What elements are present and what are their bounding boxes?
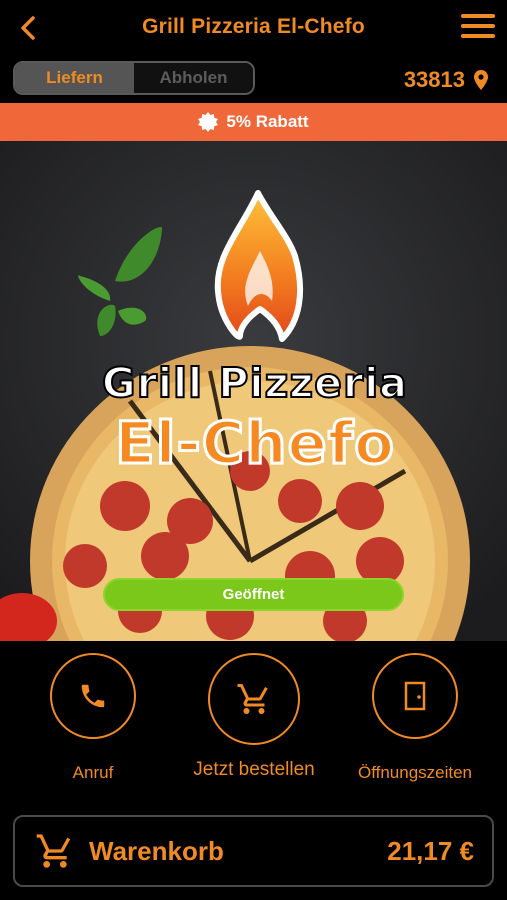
logo-line2: El-Chefo xyxy=(114,408,396,479)
hours-circle[interactable] xyxy=(372,653,458,739)
chevron-left-icon xyxy=(21,16,35,40)
hamburger-line xyxy=(461,24,495,28)
menu-button[interactable] xyxy=(461,14,495,40)
hours-action[interactable]: Öffnungszeiten xyxy=(355,653,475,783)
call-label: Anruf xyxy=(72,763,114,782)
cart-total: 21,17 € xyxy=(387,835,474,866)
shopping-cart-icon xyxy=(237,684,268,714)
logo-line1: Grill Pizzeria xyxy=(101,358,408,408)
cart-button[interactable]: Warenkorb 21,17 € xyxy=(13,815,494,887)
phone-icon xyxy=(81,684,105,708)
back-button[interactable] xyxy=(16,14,42,42)
page-title: Grill Pizzeria El-Chefo xyxy=(142,15,365,38)
order-label: Jetzt bestellen xyxy=(193,759,315,780)
quick-actions: Anruf Jetzt bestellen Öffnungszeiten xyxy=(0,641,507,801)
hamburger-line xyxy=(461,34,495,38)
zip-code: 33813 xyxy=(403,67,465,92)
cart-label: Warenkorb xyxy=(89,835,224,866)
location-zip[interactable]: 33813 xyxy=(404,67,489,93)
call-circle[interactable] xyxy=(50,653,136,739)
cart-icon xyxy=(36,834,71,868)
delivery-mode-toggle: Liefern Abholen xyxy=(13,61,255,95)
discount-text: 5% Rabatt xyxy=(226,112,309,131)
order-action[interactable]: Jetzt bestellen xyxy=(184,653,324,781)
door-icon xyxy=(404,681,426,711)
top-bar: Grill Pizzeria El-Chefo xyxy=(0,0,507,55)
hamburger-menu-icon xyxy=(461,14,495,18)
map-pin-icon xyxy=(474,70,488,90)
badge-icon xyxy=(198,112,219,132)
pickup-tab[interactable]: Abholen xyxy=(134,63,253,93)
open-status-button[interactable]: Geöffnet xyxy=(103,578,404,611)
hours-label: Öffnungszeiten xyxy=(357,763,473,782)
order-circle[interactable] xyxy=(208,653,300,745)
mode-row: Liefern Abholen 33813 xyxy=(0,55,507,103)
hero-image: Grill Pizzeria El-Chefo Geöffnet xyxy=(0,141,507,641)
deliver-tab[interactable]: Liefern xyxy=(15,63,134,93)
call-action[interactable]: Anruf xyxy=(50,653,136,783)
discount-banner[interactable]: 5% Rabatt xyxy=(0,103,507,141)
